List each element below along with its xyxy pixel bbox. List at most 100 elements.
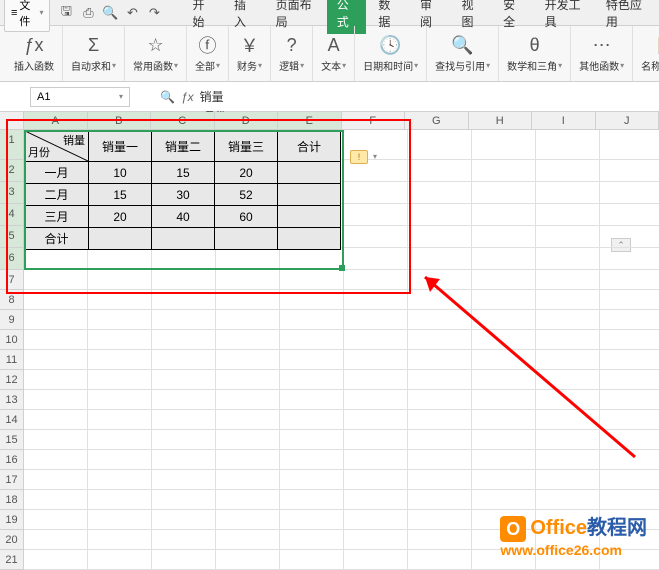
col-header[interactable]: H (469, 112, 533, 130)
empty-cell[interactable] (216, 430, 280, 450)
rb-other[interactable]: ⋯其他函数▾ (571, 26, 633, 81)
row-header[interactable]: 16 (0, 450, 24, 470)
empty-cell[interactable] (88, 430, 152, 450)
cell[interactable]: 15 (152, 162, 215, 184)
empty-cell[interactable] (600, 370, 659, 390)
empty-cell[interactable] (280, 290, 344, 310)
empty-cell[interactable] (216, 290, 280, 310)
row-label[interactable]: 二月 (25, 184, 89, 206)
empty-cell[interactable] (600, 270, 659, 290)
empty-cell[interactable] (152, 430, 216, 450)
cells-area[interactable]: 销量 月份 销量一 销量二 销量三 合计 一月 10 15 20 二月 15 3… (24, 130, 659, 570)
row-header[interactable]: 19 (0, 510, 24, 530)
empty-cell[interactable] (600, 310, 659, 330)
empty-cell[interactable] (24, 470, 88, 490)
cell[interactable] (152, 228, 215, 250)
empty-cell[interactable] (24, 370, 88, 390)
empty-cell[interactable] (600, 350, 659, 370)
col-header[interactable]: J (596, 112, 659, 130)
empty-cell[interactable] (344, 290, 408, 310)
empty-cell[interactable] (600, 490, 659, 510)
empty-cell[interactable] (344, 350, 408, 370)
empty-cell[interactable] (88, 350, 152, 370)
empty-cell[interactable] (24, 530, 88, 550)
col-header[interactable]: A (24, 112, 88, 130)
empty-cell[interactable] (88, 310, 152, 330)
row-header[interactable]: 7 (0, 270, 24, 290)
empty-cell[interactable] (344, 182, 408, 204)
empty-cell[interactable] (600, 470, 659, 490)
cell[interactable] (89, 228, 152, 250)
table-header[interactable]: 销量一 (89, 131, 152, 162)
empty-cell[interactable] (600, 226, 659, 248)
table-header[interactable]: 销量三 (215, 131, 278, 162)
rb-name-mgr[interactable]: 📋名称管理器 (633, 26, 659, 81)
diagonal-header-cell[interactable]: 销量 月份 (25, 131, 89, 162)
empty-cell[interactable] (600, 204, 659, 226)
empty-cell[interactable] (344, 226, 408, 248)
empty-cell[interactable] (88, 330, 152, 350)
empty-cell[interactable] (344, 310, 408, 330)
empty-cell[interactable] (24, 550, 88, 570)
empty-cell[interactable] (408, 248, 472, 270)
rb-all[interactable]: ⓕ全部▾ (187, 26, 229, 81)
empty-cell[interactable] (408, 510, 472, 530)
select-all-corner[interactable] (0, 112, 24, 130)
empty-cell[interactable] (536, 470, 600, 490)
empty-cell[interactable] (472, 370, 536, 390)
empty-cell[interactable] (24, 330, 88, 350)
cell[interactable]: 60 (215, 206, 278, 228)
empty-cell[interactable] (536, 330, 600, 350)
empty-cell[interactable] (152, 370, 216, 390)
empty-cell[interactable] (216, 248, 280, 270)
empty-cell[interactable] (88, 550, 152, 570)
save-icon[interactable]: 🖫 (58, 5, 74, 21)
row-header[interactable]: 5 (0, 226, 24, 248)
empty-cell[interactable] (408, 550, 472, 570)
empty-cell[interactable] (536, 182, 600, 204)
empty-cell[interactable] (280, 430, 344, 450)
empty-cell[interactable] (24, 410, 88, 430)
cell[interactable]: 15 (89, 184, 152, 206)
cell[interactable]: 20 (89, 206, 152, 228)
empty-cell[interactable] (344, 330, 408, 350)
empty-cell[interactable] (408, 490, 472, 510)
empty-cell[interactable] (344, 550, 408, 570)
empty-cell[interactable] (536, 160, 600, 182)
empty-cell[interactable] (408, 226, 472, 248)
empty-cell[interactable] (472, 182, 536, 204)
empty-cell[interactable] (344, 248, 408, 270)
empty-cell[interactable] (152, 290, 216, 310)
empty-cell[interactable] (280, 350, 344, 370)
empty-cell[interactable] (152, 390, 216, 410)
empty-cell[interactable] (216, 450, 280, 470)
col-header[interactable]: G (405, 112, 469, 130)
empty-cell[interactable] (280, 470, 344, 490)
row-header[interactable]: 9 (0, 310, 24, 330)
empty-cell[interactable] (472, 470, 536, 490)
smart-tag-dropdown-icon[interactable]: ▾ (370, 150, 380, 164)
empty-cell[interactable] (408, 130, 472, 160)
empty-cell[interactable] (408, 330, 472, 350)
row-header[interactable]: 4 (0, 204, 24, 226)
empty-cell[interactable] (24, 270, 88, 290)
empty-cell[interactable] (472, 130, 536, 160)
empty-cell[interactable] (600, 390, 659, 410)
cell[interactable] (278, 184, 341, 206)
empty-cell[interactable] (152, 310, 216, 330)
empty-cell[interactable] (88, 270, 152, 290)
empty-cell[interactable] (472, 490, 536, 510)
cell[interactable]: 30 (152, 184, 215, 206)
preview-icon[interactable]: 🔍 (102, 5, 118, 21)
row-header[interactable]: 11 (0, 350, 24, 370)
empty-cell[interactable] (472, 450, 536, 470)
empty-cell[interactable] (216, 330, 280, 350)
empty-cell[interactable] (472, 350, 536, 370)
empty-cell[interactable] (344, 270, 408, 290)
empty-cell[interactable] (88, 370, 152, 390)
empty-cell[interactable] (152, 410, 216, 430)
empty-cell[interactable] (536, 270, 600, 290)
empty-cell[interactable] (472, 310, 536, 330)
row-label[interactable]: 三月 (25, 206, 89, 228)
rb-autosum[interactable]: Σ自动求和▾ (63, 26, 125, 81)
